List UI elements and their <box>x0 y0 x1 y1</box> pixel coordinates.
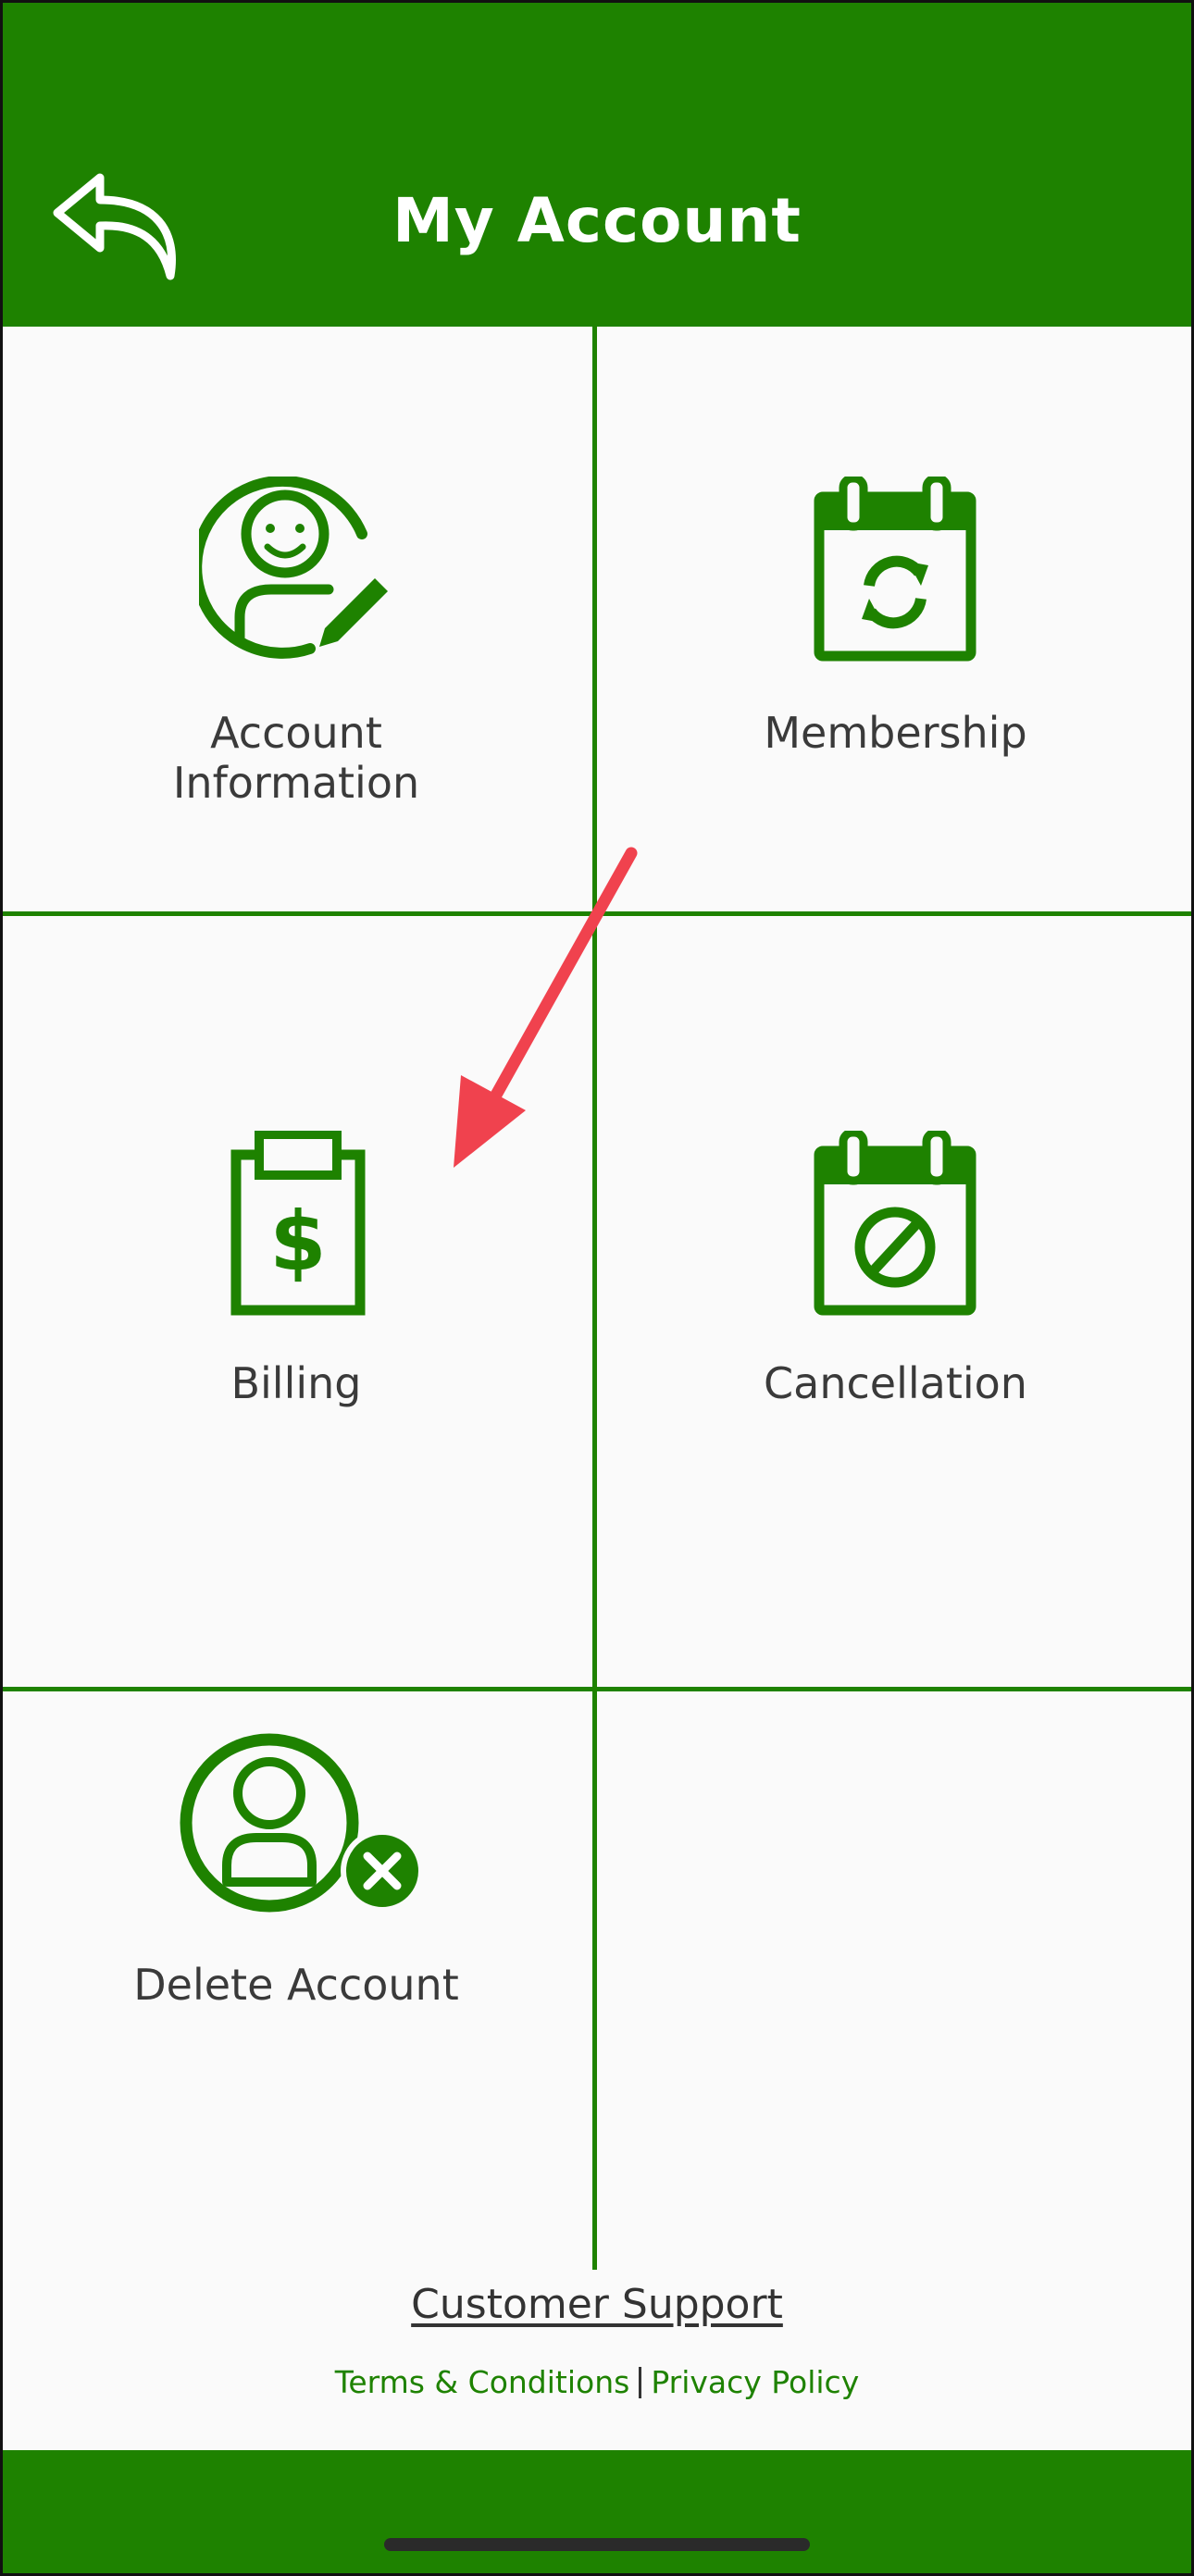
home-indicator[interactable] <box>384 2538 810 2551</box>
grid-divider-horizontal <box>0 1687 1194 1691</box>
calendar-refresh-icon <box>814 477 976 662</box>
account-menu-grid: Account Information Membership $ Billing <box>0 327 1194 2270</box>
empty-tile <box>597 1691 1194 2270</box>
footer-bar <box>0 2450 1194 2576</box>
link-separator <box>639 2367 642 2398</box>
terms-conditions-link[interactable]: Terms & Conditions <box>335 2364 630 2400</box>
clipboard-dollar-icon: $ <box>230 1131 366 1316</box>
calendar-cancel-icon <box>814 1131 976 1316</box>
membership-label: Membership <box>764 708 1027 758</box>
page-title: My Account <box>392 185 802 256</box>
svg-text:$: $ <box>269 1194 326 1289</box>
grid-divider-horizontal <box>0 911 1194 916</box>
cancellation-tile[interactable]: Cancellation <box>597 916 1194 1687</box>
header-bar: My Account <box>0 0 1194 327</box>
account-information-label: Account Information <box>172 708 420 808</box>
customer-support-container: Customer Support <box>0 2281 1194 2328</box>
membership-tile[interactable]: Membership <box>597 327 1194 911</box>
delete-account-tile[interactable]: Delete Account <box>0 1691 592 2270</box>
privacy-policy-link[interactable]: Privacy Policy <box>651 2364 859 2400</box>
user-delete-icon <box>180 1733 424 1913</box>
billing-tile[interactable]: $ Billing <box>0 916 592 1687</box>
legal-links: Terms & Conditions Privacy Policy <box>0 2364 1194 2400</box>
account-information-tile[interactable]: Account Information <box>0 327 592 911</box>
billing-label: Billing <box>230 1358 362 1408</box>
delete-account-label: Delete Account <box>133 1960 459 2010</box>
customer-support-link[interactable]: Customer Support <box>411 2281 783 2328</box>
cancellation-label: Cancellation <box>764 1358 1027 1408</box>
user-edit-icon <box>199 477 388 659</box>
grid-divider-vertical <box>592 327 597 2270</box>
